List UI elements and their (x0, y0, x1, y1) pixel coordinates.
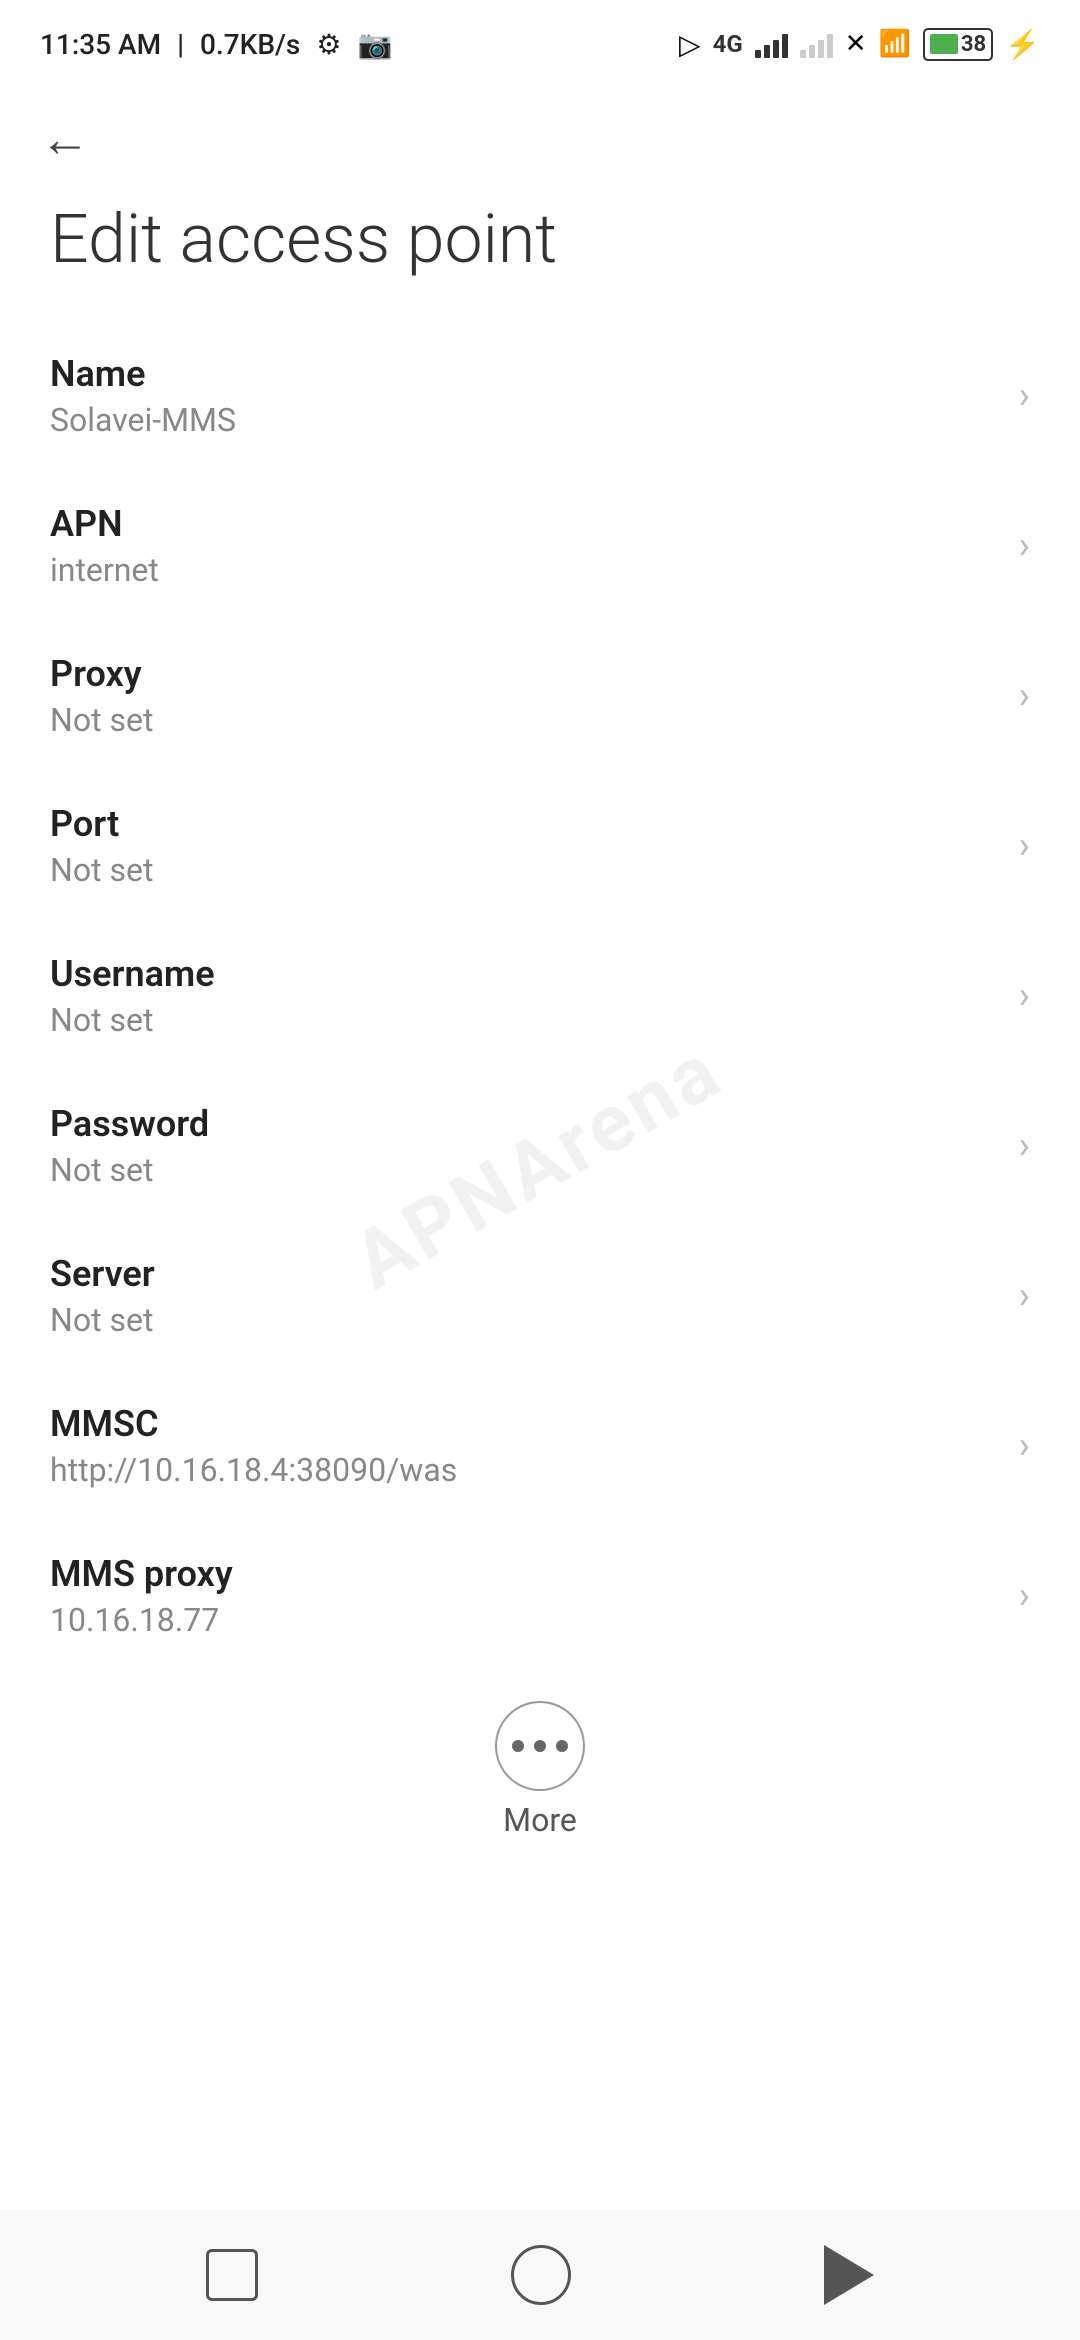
settings-label-7: MMSC (50, 1403, 999, 1445)
settings-value-3: Not set (50, 851, 999, 889)
nav-square-button[interactable] (206, 2249, 258, 2301)
network-speed: 0.7KB/s (200, 28, 300, 61)
settings-value-4: Not set (50, 1001, 999, 1039)
signal-bars-2 (800, 30, 833, 58)
settings-item-server[interactable]: Server Not set › (0, 1221, 1080, 1371)
settings-value-7: http://10.16.18.4:38090/was (50, 1451, 999, 1489)
settings-value-2: Not set (50, 701, 999, 739)
chevron-icon-3: › (1019, 824, 1030, 868)
settings-item-mmsc[interactable]: MMSC http://10.16.18.4:38090/was › (0, 1371, 1080, 1521)
bluetooth-icon: ▷ (679, 28, 701, 61)
settings-label-5: Password (50, 1103, 999, 1145)
battery-percent: 38 (961, 32, 986, 57)
chevron-icon-7: › (1019, 1424, 1030, 1468)
status-bar-right: ▷ 4G ✕ 📶 38 ⚡ (679, 28, 1040, 61)
settings-item-content-0: Name Solavei-MMS (50, 353, 999, 439)
settings-value-5: Not set (50, 1151, 999, 1189)
nav-back-button[interactable] (824, 2245, 874, 2305)
settings-item-mms-proxy[interactable]: MMS proxy 10.16.18.77 › (0, 1521, 1080, 1671)
settings-label-3: Port (50, 803, 999, 845)
settings-item-name[interactable]: Name Solavei-MMS › (0, 321, 1080, 471)
navigation-bar (0, 2210, 1080, 2340)
settings-item-content-8: MMS proxy 10.16.18.77 (50, 1553, 999, 1639)
chevron-icon-5: › (1019, 1124, 1030, 1168)
settings-item-apn[interactable]: APN internet › (0, 471, 1080, 621)
status-bar-left: 11:35 AM | 0.7KB/s ⚙ 📷 (40, 28, 392, 61)
settings-item-port[interactable]: Port Not set › (0, 771, 1080, 921)
back-button-container[interactable]: ← (0, 80, 1080, 179)
settings-item-content-2: Proxy Not set (50, 653, 999, 739)
more-button-container[interactable]: More (0, 1671, 1080, 1859)
settings-label-8: MMS proxy (50, 1553, 999, 1595)
battery-indicator: 38 (923, 28, 993, 61)
wifi-x-icon: ✕ (845, 29, 867, 59)
settings-item-proxy[interactable]: Proxy Not set › (0, 621, 1080, 771)
settings-item-content-4: Username Not set (50, 953, 999, 1039)
settings-item-username[interactable]: Username Not set › (0, 921, 1080, 1071)
wifi-icon: 📶 (879, 29, 911, 59)
settings-label-1: APN (50, 503, 999, 545)
settings-item-password[interactable]: Password Not set › (0, 1071, 1080, 1221)
settings-label-0: Name (50, 353, 999, 395)
more-dots (512, 1740, 568, 1752)
settings-label-6: Server (50, 1253, 999, 1295)
dot-3 (556, 1740, 568, 1752)
chevron-icon-1: › (1019, 524, 1030, 568)
settings-icon: ⚙ (316, 28, 341, 61)
chevron-icon-6: › (1019, 1274, 1030, 1318)
settings-item-content-6: Server Not set (50, 1253, 999, 1339)
speed-label: | (177, 28, 184, 61)
settings-item-content-5: Password Not set (50, 1103, 999, 1189)
time-label: 11:35 AM (40, 28, 161, 61)
chevron-icon-8: › (1019, 1574, 1030, 1618)
chevron-icon-2: › (1019, 674, 1030, 718)
settings-list: Name Solavei-MMS › APN internet › Proxy … (0, 321, 1080, 1671)
chevron-icon-4: › (1019, 974, 1030, 1018)
dot-1 (512, 1740, 524, 1752)
page-title: Edit access point (0, 179, 1080, 321)
settings-item-content-1: APN internet (50, 503, 999, 589)
dot-2 (534, 1740, 546, 1752)
settings-value-8: 10.16.18.77 (50, 1601, 999, 1639)
nav-home-button[interactable] (511, 2245, 571, 2305)
settings-value-0: Solavei-MMS (50, 401, 999, 439)
more-icon-button[interactable] (495, 1701, 585, 1791)
settings-label-4: Username (50, 953, 999, 995)
charging-icon: ⚡ (1005, 28, 1040, 61)
signal-bars-1 (755, 30, 788, 58)
status-bar: 11:35 AM | 0.7KB/s ⚙ 📷 ▷ 4G ✕ 📶 38 ⚡ (0, 0, 1080, 80)
settings-item-content-7: MMSC http://10.16.18.4:38090/was (50, 1403, 999, 1489)
settings-item-content-3: Port Not set (50, 803, 999, 889)
signal-4g-icon: 4G (713, 30, 743, 58)
settings-label-2: Proxy (50, 653, 999, 695)
settings-value-6: Not set (50, 1301, 999, 1339)
back-arrow-icon[interactable]: ← (40, 111, 90, 169)
camera-icon: 📷 (357, 28, 392, 61)
settings-value-1: internet (50, 551, 999, 589)
more-label[interactable]: More (503, 1801, 577, 1839)
chevron-icon-0: › (1019, 374, 1030, 418)
